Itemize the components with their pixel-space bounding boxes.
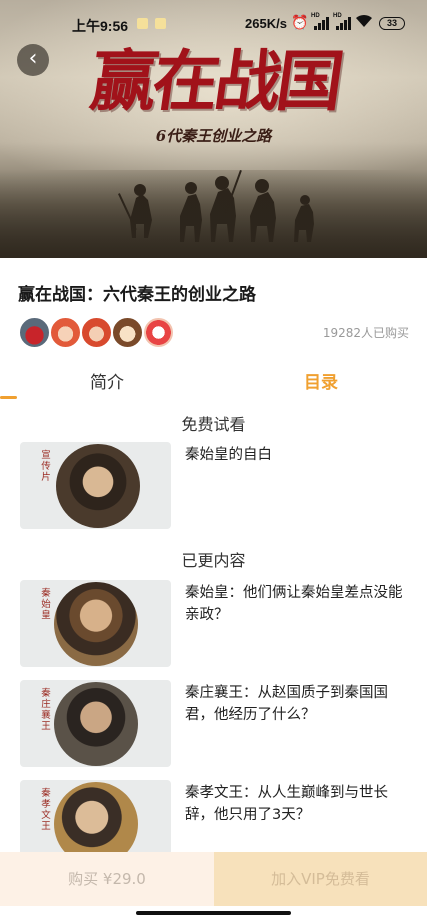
back-button[interactable]: ‹	[17, 44, 49, 76]
join-vip-button[interactable]: 加入VIP免费看	[214, 852, 427, 906]
section-title-updated: 已更内容	[181, 551, 246, 570]
network-speed: 265K/s	[245, 16, 287, 31]
avatar	[111, 316, 144, 349]
episode-tag: 宣传片	[41, 450, 51, 483]
avatar	[142, 316, 175, 349]
episode-title: 秦始皇的自白	[185, 447, 272, 463]
episode-tag: 秦孝文王	[41, 788, 51, 832]
list-item[interactable]: 宣传片 秦始皇的自白	[20, 442, 410, 530]
episode-title: 秦庄襄王：从赵国质子到秦国国君，他经历了什么？	[185, 685, 388, 723]
avatar	[49, 316, 82, 349]
portrait-image	[54, 682, 138, 766]
portrait-image	[54, 582, 138, 666]
tab-intro[interactable]: 简介	[90, 368, 124, 393]
episode-title: 秦始皇：他们俩让秦始皇差点没能亲政？	[185, 585, 403, 623]
avatar	[80, 316, 113, 349]
notification-icon	[137, 18, 148, 29]
list-item[interactable]: 秦庄襄王 秦庄襄王：从赵国质子到秦国国君，他经历了什么？	[20, 680, 410, 768]
portrait-image	[56, 444, 140, 528]
avatar	[18, 316, 51, 349]
episode-tag: 秦庄襄王	[41, 688, 51, 732]
status-bar: 上午9:56 265K/s ⏰ HD HD 33	[0, 0, 427, 48]
episode-thumbnail: 秦始皇	[20, 580, 171, 667]
buy-count: 19282人已购买	[322, 326, 409, 340]
episode-thumbnail: 宣传片	[20, 442, 171, 529]
episode-tag: 秦始皇	[41, 588, 51, 621]
buy-button[interactable]: 购买 ¥29.0	[0, 852, 214, 906]
section-title-free: 免费试看	[181, 415, 246, 434]
list-item[interactable]: 秦始皇 秦始皇：他们俩让秦始皇差点没能亲政？	[20, 580, 410, 668]
signal-icon: HD	[311, 13, 329, 30]
course-title: 赢在战国：六代秦王的创业之路	[18, 285, 256, 305]
status-time: 上午9:56	[72, 18, 129, 34]
episode-title: 秦孝文王：从人生巅峰到与世长辞，他只用了3天？	[185, 785, 388, 823]
wifi-icon	[355, 14, 373, 32]
tab-indicator	[0, 396, 17, 399]
home-indicator[interactable]	[136, 911, 291, 915]
signal-icon: HD	[333, 13, 351, 30]
banner-art-subtitle: 6代秦王创业之路	[155, 127, 272, 145]
episode-thumbnail: 秦庄襄王	[20, 680, 171, 767]
tab-bar: 简介 目录	[0, 360, 427, 400]
purchase-bar: 购买 ¥29.0 加入VIP免费看	[0, 852, 427, 906]
alarm-icon: ⏰	[291, 14, 309, 30]
battery-icon: 33	[379, 17, 405, 30]
tab-catalog[interactable]: 目录	[304, 368, 338, 393]
notification-icon	[155, 18, 166, 29]
banner-ground	[0, 170, 427, 258]
